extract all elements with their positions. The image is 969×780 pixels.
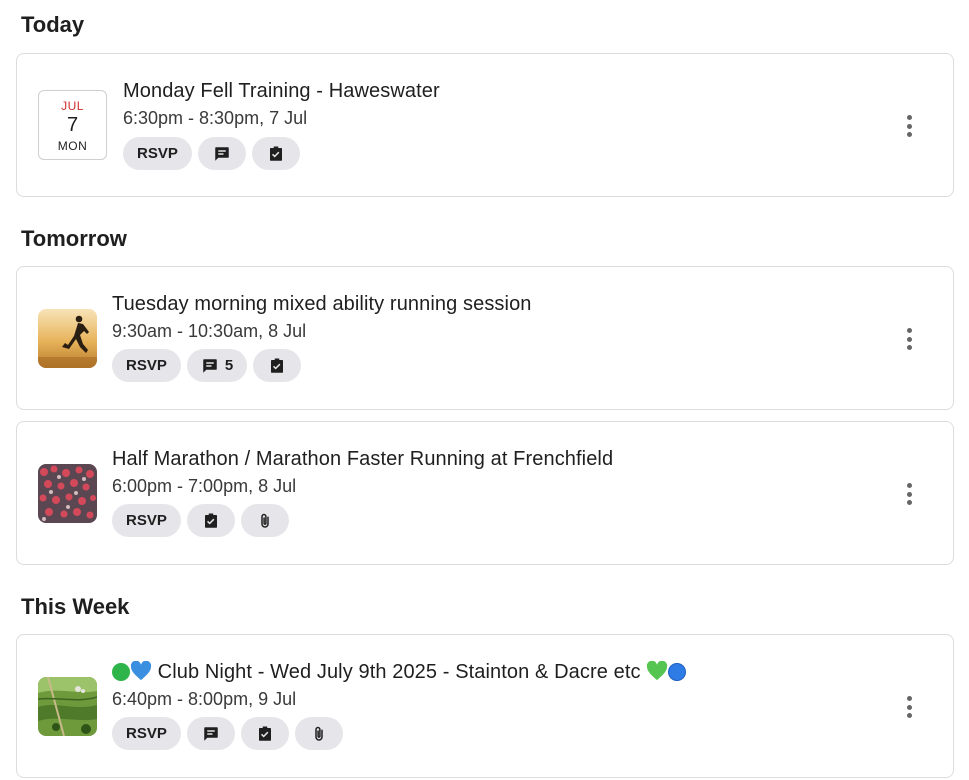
event-actions: RSVP xyxy=(123,137,300,170)
blue-heart-icon xyxy=(130,660,152,681)
comments-button[interactable] xyxy=(197,137,246,170)
event-card[interactable]: Tuesday morning mixed ability running se… xyxy=(16,266,954,410)
event-actions: RSVP xyxy=(112,504,289,537)
more-dot xyxy=(906,500,912,505)
more-dot xyxy=(906,696,912,701)
paperclip-icon xyxy=(256,512,274,530)
event-time: 9:30am - 10:30am, 8 Jul xyxy=(112,321,307,341)
more-options-button[interactable] xyxy=(901,693,917,721)
tasks-button[interactable] xyxy=(186,504,235,537)
comments-button[interactable]: 5 xyxy=(186,349,248,382)
comments-button[interactable] xyxy=(186,717,235,750)
section-title-this-week: This Week xyxy=(21,594,130,619)
rsvp-button[interactable]: RSVP xyxy=(112,349,181,382)
event-card[interactable]: JUL 7 MON Monday Fell Training - Haweswa… xyxy=(16,53,954,197)
green-heart-icon xyxy=(647,660,668,681)
calendar-date-badge: JUL 7 MON xyxy=(38,90,107,160)
calendar-weekday: MON xyxy=(57,139,88,153)
paperclip-icon xyxy=(310,725,328,743)
comment-icon xyxy=(201,357,219,375)
event-title[interactable]: Tuesday morning mixed ability running se… xyxy=(112,293,532,316)
tasks-button[interactable] xyxy=(253,349,302,382)
event-title[interactable]: Half Marathon / Marathon Faster Running … xyxy=(112,448,613,471)
comment-icon xyxy=(213,145,231,163)
calendar-day: 7 xyxy=(66,114,79,136)
task-check-icon xyxy=(256,725,274,743)
blue-circle-emoji xyxy=(668,663,687,681)
rsvp-button[interactable]: RSVP xyxy=(112,504,181,537)
more-dot xyxy=(906,336,912,342)
rsvp-button[interactable]: RSVP xyxy=(123,137,192,170)
green-circle-emoji xyxy=(112,663,130,681)
rsvp-label: RSVP xyxy=(137,145,178,162)
more-dot xyxy=(906,123,912,129)
more-dot xyxy=(906,328,912,333)
calendar-month: JUL xyxy=(61,99,84,113)
rsvp-label: RSVP xyxy=(126,512,167,529)
event-actions: RSVP 5 xyxy=(112,349,302,382)
more-dot xyxy=(906,713,912,718)
more-dot xyxy=(906,115,912,120)
rsvp-button[interactable]: RSVP xyxy=(112,717,181,750)
tasks-button[interactable] xyxy=(240,717,289,750)
attachments-button[interactable] xyxy=(240,504,289,537)
event-card[interactable]: Club Night - Wed July 9th 2025 - Stainto… xyxy=(16,634,954,778)
attachments-button[interactable] xyxy=(294,717,343,750)
task-check-icon xyxy=(268,357,286,375)
event-title: Club Night - Wed July 9th 2025 - Stainto… xyxy=(157,661,641,683)
tasks-button[interactable] xyxy=(251,137,300,170)
more-options-button[interactable] xyxy=(901,480,917,508)
more-options-button[interactable] xyxy=(901,112,917,140)
more-options-button[interactable] xyxy=(901,325,917,353)
comment-count: 5 xyxy=(224,357,234,374)
event-time: 6:40pm - 8:00pm, 9 Jul xyxy=(112,689,297,709)
section-title-tomorrow: Tomorrow xyxy=(21,226,127,251)
event-title[interactable]: Monday Fell Training - Haweswater xyxy=(123,80,440,103)
more-dot xyxy=(906,132,912,137)
task-check-icon xyxy=(267,145,285,163)
rsvp-label: RSVP xyxy=(126,725,167,742)
rsvp-label: RSVP xyxy=(126,357,167,374)
event-title-row[interactable]: Club Night - Wed July 9th 2025 - Stainto… xyxy=(112,660,687,684)
countryside-aerial-image xyxy=(38,677,97,736)
event-time: 6:30pm - 8:30pm, 7 Jul xyxy=(123,108,308,128)
more-dot xyxy=(906,704,912,710)
event-actions: RSVP xyxy=(112,717,343,750)
event-time: 6:00pm - 7:00pm, 8 Jul xyxy=(112,476,297,496)
more-dot xyxy=(906,483,912,488)
event-card[interactable]: Half Marathon / Marathon Faster Running … xyxy=(16,421,954,565)
race-crowd-image xyxy=(38,464,97,523)
section-title-today: Today xyxy=(21,12,85,37)
task-check-icon xyxy=(202,512,220,530)
more-dot xyxy=(906,345,912,350)
more-dot xyxy=(906,491,912,497)
comment-icon xyxy=(202,725,220,743)
runner-silhouette-image xyxy=(38,309,97,368)
